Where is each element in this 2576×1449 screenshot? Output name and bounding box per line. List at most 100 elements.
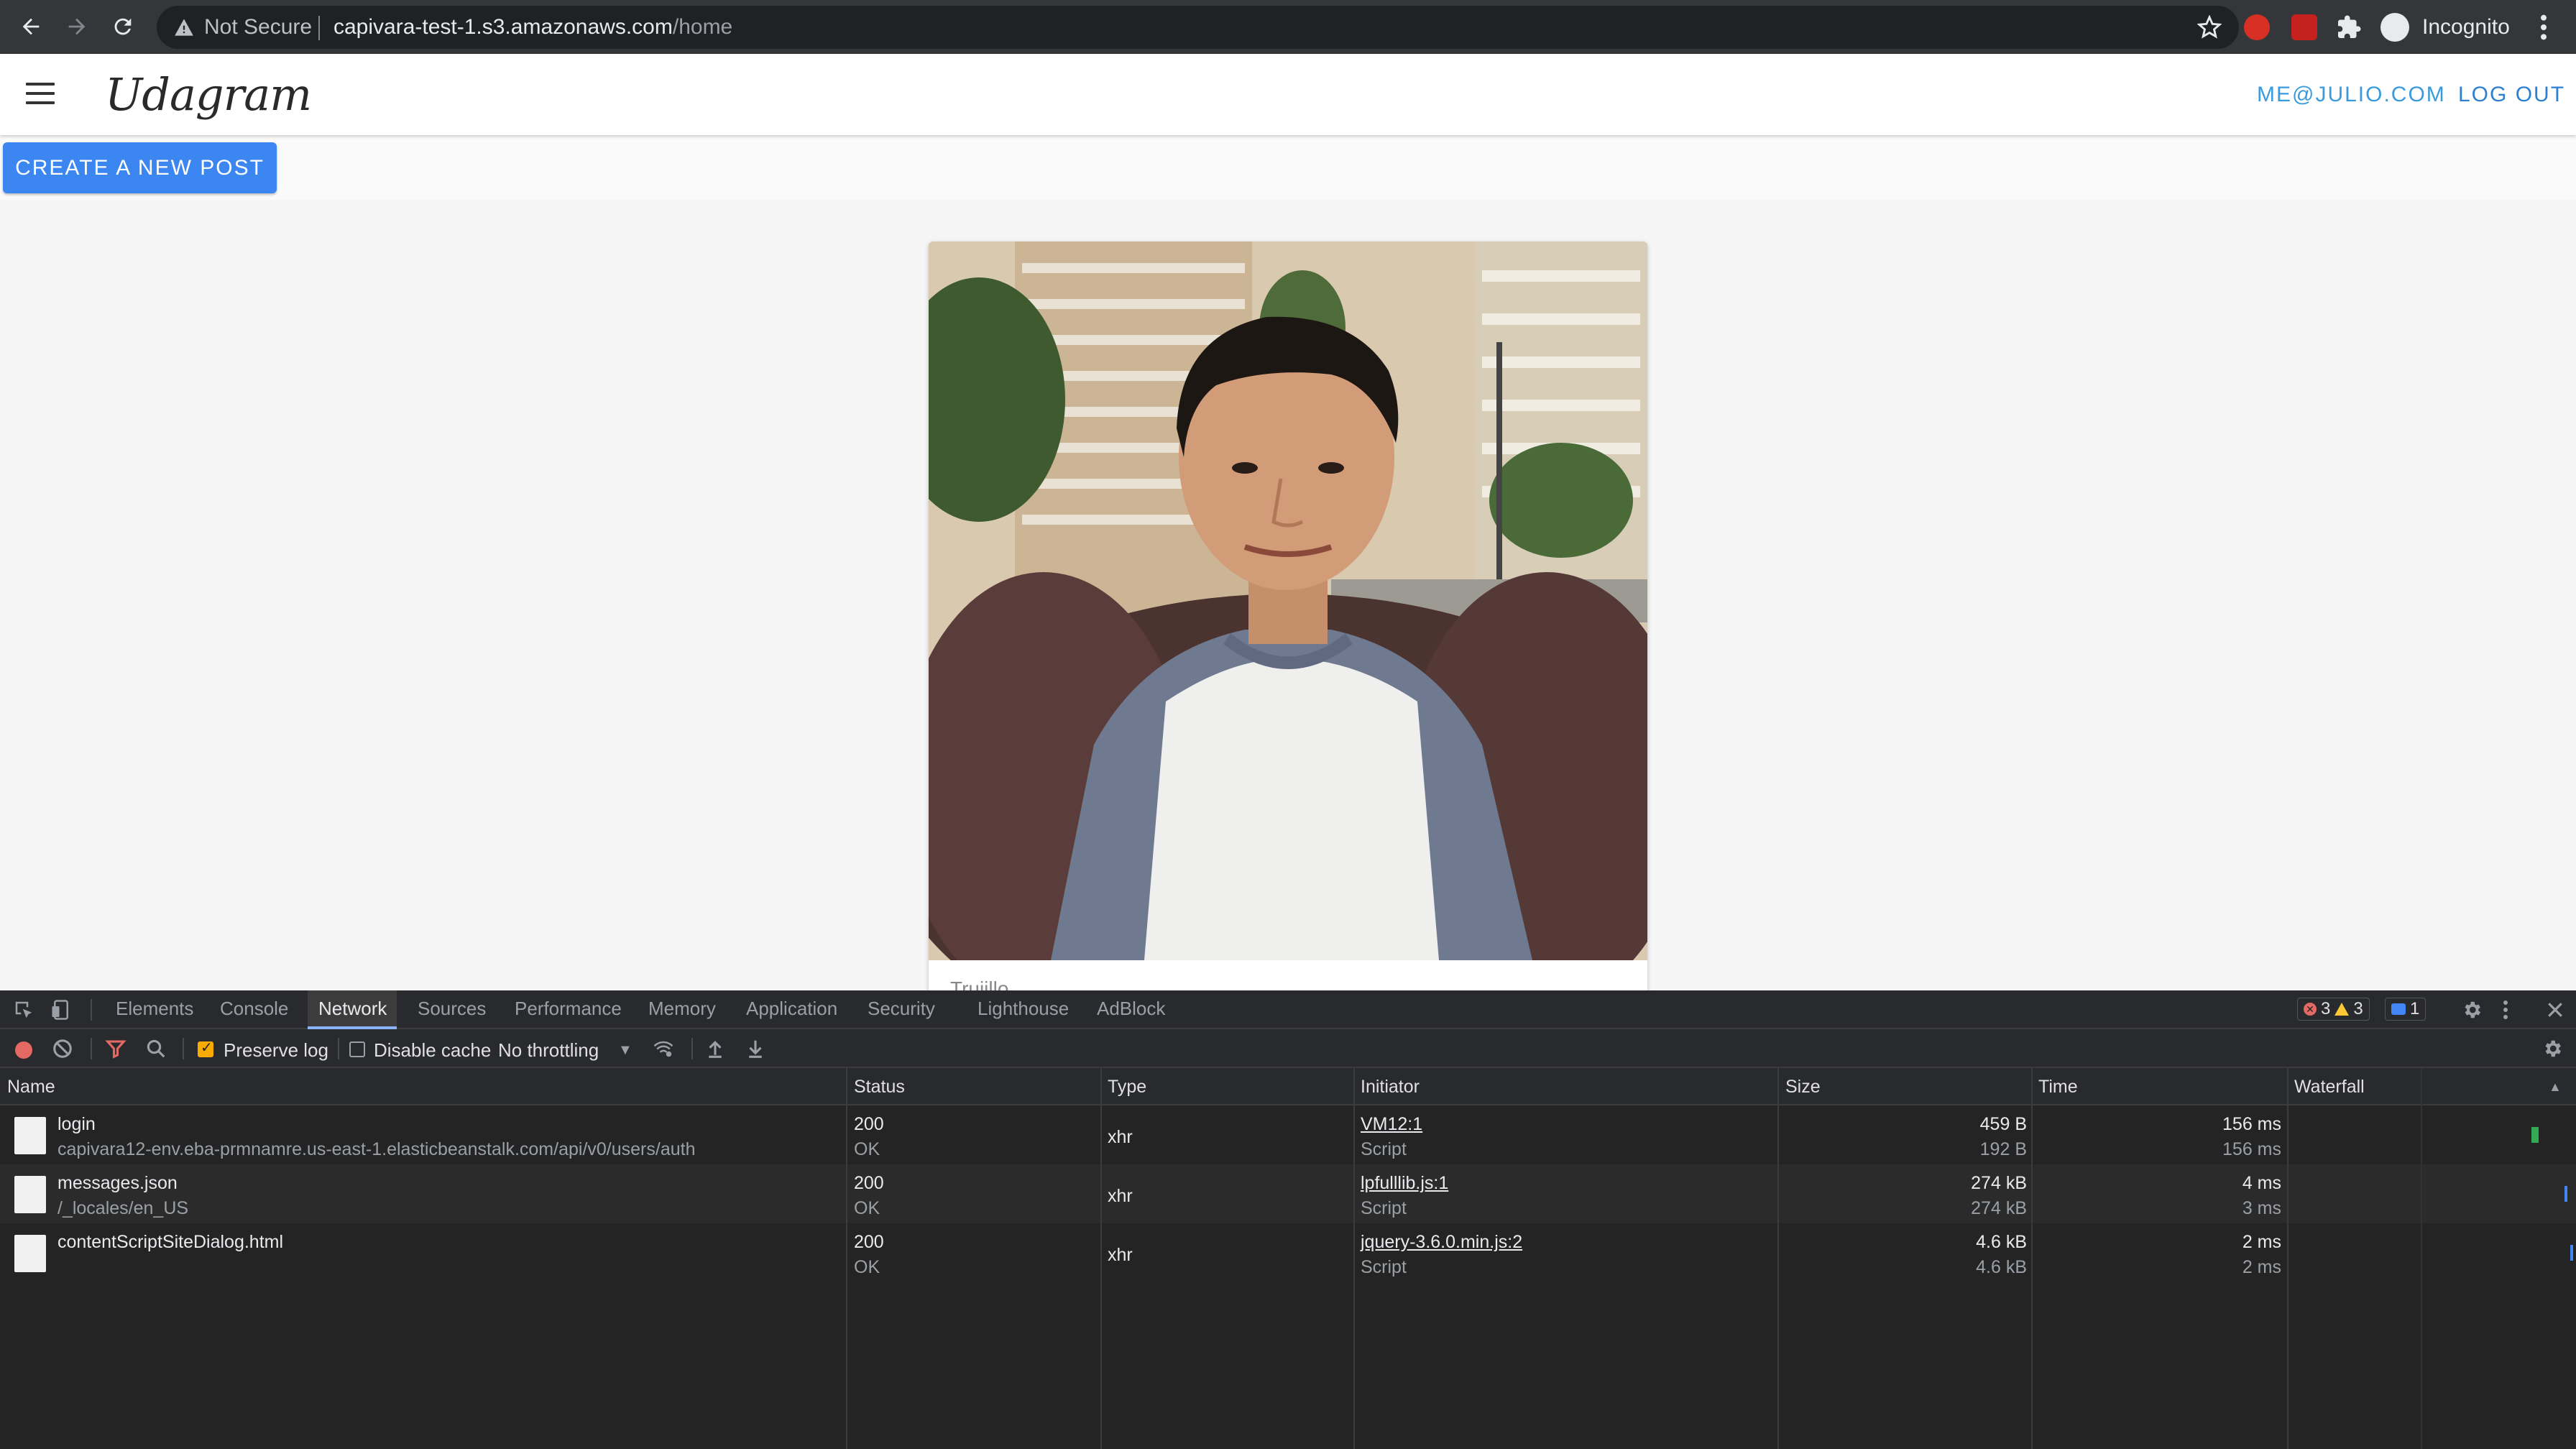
extension-lastpass-icon[interactable]	[2291, 14, 2317, 40]
column-size[interactable]: Size	[1785, 1077, 1821, 1098]
message-icon	[2391, 1003, 2406, 1015]
initiator-link[interactable]: jquery-3.6.0.min.js:2	[1361, 1232, 1522, 1253]
warning-icon	[175, 19, 193, 36]
column-waterfall[interactable]: Waterfall	[2294, 1077, 2365, 1098]
url-text[interactable]: capivara-test-1.s3.amazonaws.com/home	[334, 15, 732, 40]
inspect-element-icon[interactable]	[13, 999, 34, 1021]
devtools-menu-icon[interactable]	[2500, 999, 2511, 1021]
extensions-puzzle-icon[interactable]	[2336, 14, 2362, 40]
tab-adblock[interactable]: AdBlock	[1097, 998, 1165, 1020]
initiator-link[interactable]: VM12:1	[1361, 1114, 1422, 1135]
status-text: OK	[854, 1198, 880, 1218]
column-name[interactable]: Name	[7, 1077, 55, 1098]
close-devtools-icon[interactable]	[2544, 999, 2566, 1021]
resource-size: 192 B	[1979, 1139, 2027, 1159]
toolbar-separator	[183, 1038, 184, 1059]
tab-memory[interactable]: Memory	[648, 998, 716, 1020]
throttling-select[interactable]: No throttling	[498, 1039, 599, 1062]
tab-network[interactable]: Network	[318, 998, 387, 1020]
request-latency: 2 ms	[2242, 1257, 2281, 1277]
devtools-panel: Elements Console Network Sources Perform…	[0, 990, 2576, 1449]
sort-up-icon[interactable]: ▲	[2549, 1080, 2562, 1095]
status-code: 200	[854, 1114, 884, 1134]
network-settings-gear-icon[interactable]	[2542, 1038, 2563, 1059]
tab-performance[interactable]: Performance	[515, 998, 622, 1020]
table-row[interactable]: login capivara12-env.eba-prmnamre.us-eas…	[0, 1105, 2576, 1164]
browser-toolbar: Not Secure capivara-test-1.s3.amazonaws.…	[0, 0, 2576, 54]
messages-badge[interactable]: 1	[2385, 998, 2426, 1021]
user-email-link[interactable]: ME@JULIO.COM	[2257, 83, 2446, 107]
tab-security[interactable]: Security	[868, 998, 935, 1020]
toolbar-separator	[91, 1038, 92, 1059]
file-icon	[14, 1117, 46, 1154]
chrome-menu-icon[interactable]	[2533, 13, 2554, 42]
warning-icon	[2334, 1003, 2350, 1016]
column-divider[interactable]	[1353, 1068, 1355, 1449]
post-photo[interactable]	[929, 242, 1647, 960]
column-time[interactable]: Time	[2038, 1077, 2078, 1098]
record-button[interactable]	[15, 1041, 32, 1059]
column-status[interactable]: Status	[854, 1077, 905, 1098]
export-har-icon[interactable]	[745, 1038, 766, 1059]
request-name[interactable]: login	[58, 1114, 96, 1135]
reload-button[interactable]	[106, 10, 139, 43]
hamburger-menu-icon[interactable]	[26, 83, 55, 106]
status-text: OK	[854, 1257, 880, 1277]
preserve-log-label[interactable]: Preserve log	[224, 1039, 328, 1062]
bookmark-star-icon[interactable]	[2197, 15, 2222, 40]
initiator-link[interactable]: lpfulllib.js:1	[1361, 1173, 1448, 1194]
tab-console[interactable]: Console	[220, 998, 288, 1020]
waterfall-gridline	[2421, 1068, 2422, 1449]
tab-elements[interactable]: Elements	[116, 998, 193, 1020]
request-type: xhr	[1108, 1186, 1133, 1206]
network-conditions-icon[interactable]	[653, 1038, 674, 1059]
arrow-right-icon	[68, 18, 86, 35]
devtools-tabbar: Elements Console Network Sources Perform…	[0, 990, 2576, 1029]
tab-lighthouse[interactable]: Lighthouse	[978, 998, 1069, 1020]
incognito-profile-button[interactable]: Incognito	[2378, 7, 2514, 47]
web-page: Udagram ME@JULIO.COM LOG OUT CREATE A NE…	[0, 54, 2576, 990]
transfer-size: 4.6 kB	[1976, 1232, 2027, 1252]
column-divider[interactable]	[2287, 1068, 2288, 1449]
column-type[interactable]: Type	[1108, 1077, 1146, 1098]
disable-cache-checkbox[interactable]	[349, 1041, 365, 1057]
column-divider[interactable]	[2031, 1068, 2033, 1449]
app-brand[interactable]: Udagram	[105, 68, 312, 121]
status-code: 200	[854, 1173, 884, 1193]
security-label[interactable]: Not Secure	[204, 15, 312, 40]
back-button[interactable]	[14, 10, 47, 43]
filter-icon[interactable]	[105, 1038, 126, 1059]
extension-adblock-icon[interactable]	[2244, 14, 2270, 40]
tab-application[interactable]: Application	[746, 998, 837, 1020]
toolbar-separator	[338, 1038, 339, 1059]
post-caption: Trujillo	[950, 978, 1009, 990]
toolbar-separator	[691, 1038, 693, 1059]
preserve-log-checkbox[interactable]	[198, 1039, 213, 1057]
settings-gear-icon[interactable]	[2461, 999, 2483, 1021]
disable-cache-label[interactable]: Disable cache	[374, 1039, 491, 1062]
table-row[interactable]: messages.json /_locales/en_US 200 OK xhr…	[0, 1164, 2576, 1223]
address-bar[interactable]: Not Secure capivara-test-1.s3.amazonaws.…	[157, 6, 2239, 49]
request-name[interactable]: contentScriptSiteDialog.html	[58, 1232, 283, 1253]
chevron-down-icon[interactable]: ▼	[618, 1042, 632, 1059]
request-type: xhr	[1108, 1127, 1133, 1147]
create-post-button[interactable]: CREATE A NEW POST	[3, 142, 277, 193]
clear-icon[interactable]	[52, 1038, 73, 1059]
import-har-icon[interactable]	[704, 1038, 726, 1059]
column-divider[interactable]	[1777, 1068, 1779, 1449]
search-icon[interactable]	[145, 1038, 167, 1059]
forward-button[interactable]	[60, 10, 93, 43]
waterfall-bar	[2570, 1245, 2573, 1261]
logout-link[interactable]: LOG OUT	[2458, 83, 2565, 107]
request-path: capivara12-env.eba-prmnamre.us-east-1.el…	[58, 1139, 696, 1159]
status-code: 200	[854, 1232, 884, 1252]
request-path: /_locales/en_US	[58, 1198, 189, 1218]
column-divider[interactable]	[846, 1068, 847, 1449]
request-name[interactable]: messages.json	[58, 1173, 178, 1194]
table-row[interactable]: contentScriptSiteDialog.html 200 OK xhr …	[0, 1223, 2576, 1282]
column-divider[interactable]	[1100, 1068, 1102, 1449]
issues-badge[interactable]: ✕ 3 3	[2297, 998, 2370, 1021]
column-initiator[interactable]: Initiator	[1361, 1077, 1420, 1098]
tab-sources[interactable]: Sources	[418, 998, 486, 1020]
device-toolbar-icon[interactable]	[50, 999, 72, 1021]
